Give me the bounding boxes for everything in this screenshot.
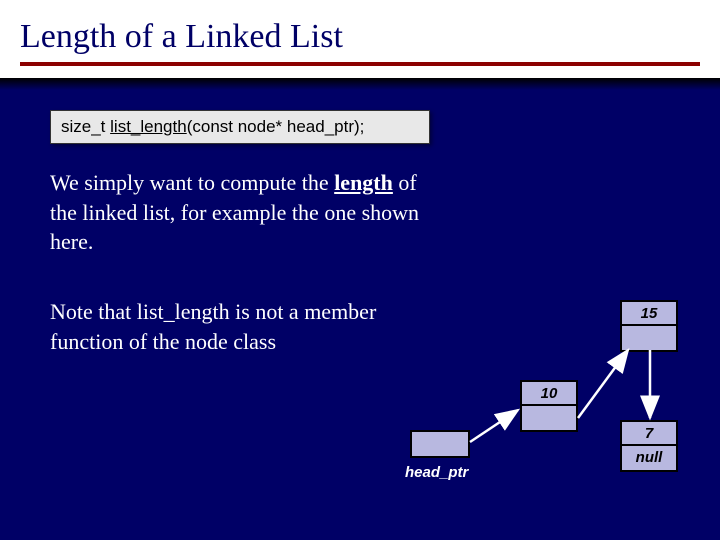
code-params: (const node* head_ptr); xyxy=(187,117,365,136)
para1-text-a: We simply want to compute the xyxy=(50,170,334,195)
node-10-value: 10 xyxy=(522,382,576,406)
title-underline xyxy=(20,62,700,66)
function-signature-box: size_t list_length(const node* head_ptr)… xyxy=(50,110,430,144)
node-15-next xyxy=(622,326,676,350)
node-7-null: null xyxy=(622,446,676,470)
paragraph-2: Note that list_length is not a member fu… xyxy=(50,297,430,356)
code-return-type: size_t xyxy=(61,117,110,136)
para1-emphasis: length xyxy=(334,170,393,195)
head-ptr-box xyxy=(410,430,470,458)
title-area: Length of a Linked List xyxy=(0,0,720,78)
gradient-bar xyxy=(0,78,720,90)
node-15-value: 15 xyxy=(622,302,676,326)
head-ptr-label: head_ptr xyxy=(405,464,468,481)
linked-list-diagram: head_ptr 10 15 7 null xyxy=(400,300,690,520)
node-7-value: 7 xyxy=(622,422,676,446)
code-function-name: list_length xyxy=(110,117,187,136)
paragraph-1: We simply want to compute the length of … xyxy=(50,168,430,257)
node-10-next xyxy=(522,406,576,430)
arrow-10-to-15 xyxy=(578,350,628,418)
arrow-head-to-10 xyxy=(470,410,518,442)
node-7: 7 null xyxy=(620,420,678,472)
node-15: 15 xyxy=(620,300,678,352)
node-10: 10 xyxy=(520,380,578,432)
slide-title: Length of a Linked List xyxy=(20,18,700,56)
